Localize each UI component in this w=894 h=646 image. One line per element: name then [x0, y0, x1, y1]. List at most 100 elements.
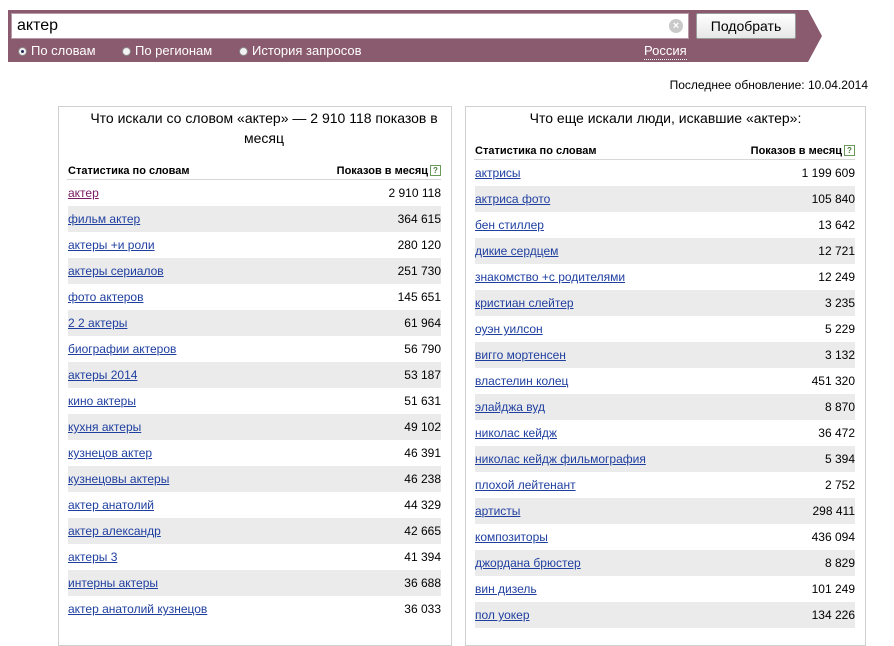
- table-row: актеры 3 41 394: [68, 544, 441, 570]
- query-link[interactable]: биографии актеров: [68, 336, 176, 362]
- last-update: Последнее обновление: 10.04.2014: [669, 78, 868, 92]
- region-link[interactable]: Россия: [644, 43, 687, 60]
- radio-icon[interactable]: [239, 47, 248, 56]
- impressions-count: 1 199 609: [801, 166, 855, 180]
- table-row: фильм актер 364 615: [68, 206, 441, 232]
- help-icon[interactable]: ?: [844, 145, 855, 156]
- impressions-count: 13 642: [818, 218, 855, 232]
- table-row: актриса фото 105 840: [475, 186, 855, 212]
- table-row: кухня актеры 49 102: [68, 414, 441, 440]
- query-link[interactable]: актриса фото: [475, 186, 550, 212]
- query-link[interactable]: композиторы: [475, 524, 548, 550]
- table-row: плохой лейтенант 2 752: [475, 472, 855, 498]
- table-row: бен стиллер 13 642: [475, 212, 855, 238]
- radio-icon[interactable]: [122, 47, 131, 56]
- header-arrow: [808, 10, 822, 62]
- query-link[interactable]: актер анатолий: [68, 492, 154, 518]
- query-link[interactable]: артисты: [475, 498, 520, 524]
- mode-by-words[interactable]: По словам: [18, 43, 96, 59]
- radio-selected-icon[interactable]: [18, 47, 27, 56]
- query-link[interactable]: дикие сердцем: [475, 238, 558, 264]
- impressions-count: 105 840: [811, 192, 855, 206]
- table-row: кузнецов актер 46 391: [68, 440, 441, 466]
- impressions-count: 251 730: [397, 264, 441, 278]
- clear-icon[interactable]: ×: [669, 19, 683, 33]
- table-row: пол уокер 134 226: [475, 602, 855, 628]
- impressions-count: 36 472: [818, 426, 855, 440]
- table-row: дикие сердцем 12 721: [475, 238, 855, 264]
- mode-label: По словам: [31, 43, 96, 58]
- query-link[interactable]: актер александр: [68, 518, 161, 544]
- query-link[interactable]: вин дизель: [475, 576, 537, 602]
- table-row: фото актеров 145 651: [68, 284, 441, 310]
- query-link[interactable]: оуэн уилсон: [475, 316, 543, 342]
- mode-label: История запросов: [252, 43, 362, 58]
- query-link[interactable]: фильм актер: [68, 206, 140, 232]
- query-link[interactable]: элайджа вуд: [475, 394, 545, 420]
- impressions-count: 44 329: [404, 498, 441, 512]
- query-link[interactable]: фото актеров: [68, 284, 143, 310]
- right-col-count-header: Показов в месяц?: [751, 144, 855, 158]
- query-link[interactable]: актеры сериалов: [68, 258, 164, 284]
- query-link[interactable]: властелин колец: [475, 368, 568, 394]
- impressions-count: 12 721: [818, 244, 855, 258]
- query-link[interactable]: николас кейдж фильмография: [475, 446, 646, 472]
- table-row: 2 2 актеры 61 964: [68, 310, 441, 336]
- table-row: биографии актеров 56 790: [68, 336, 441, 362]
- query-link[interactable]: актрисы: [475, 160, 521, 186]
- query-link[interactable]: актер анатолий кузнецов: [68, 596, 207, 622]
- query-link[interactable]: бен стиллер: [475, 212, 544, 238]
- query-link[interactable]: кузнецовы актеры: [68, 466, 169, 492]
- table-row: актер анатолий кузнецов 36 033: [68, 596, 441, 622]
- impressions-count: 8 829: [824, 556, 855, 570]
- table-row: элайджа вуд 8 870: [475, 394, 855, 420]
- query-link[interactable]: интерны актеры: [68, 570, 158, 596]
- left-rows: актер 2 910 118 фильм актер 364 615 актеры +…: [68, 180, 441, 640]
- impressions-count: 41 394: [404, 550, 441, 564]
- submit-button[interactable]: Подобрать: [696, 13, 796, 39]
- right-rows: актрисы 1 199 609 актриса фото 105 840 бен с…: [475, 160, 855, 640]
- search-input[interactable]: актер: [11, 13, 689, 39]
- help-icon[interactable]: ?: [430, 165, 441, 176]
- table-row: актеры +и роли 280 120: [68, 232, 441, 258]
- table-row: джордана брюстер 8 829: [475, 550, 855, 576]
- table-row: актер александр 42 665: [68, 518, 441, 544]
- left-panel: Что искали со словом «актер» — 2 910 118…: [58, 106, 452, 646]
- impressions-count: 42 665: [404, 524, 441, 538]
- impressions-count: 3 132: [824, 348, 855, 362]
- impressions-count: 36 688: [404, 576, 441, 590]
- query-link[interactable]: кристиан слейтер: [475, 290, 574, 316]
- query-link[interactable]: актеры 3: [68, 544, 117, 570]
- mode-label: По регионам: [135, 43, 213, 58]
- query-link[interactable]: вигго мортенсен: [475, 342, 566, 368]
- query-link[interactable]: знакомство +с родителями: [475, 264, 625, 290]
- left-col-count-header: Показов в месяц?: [337, 164, 441, 178]
- query-link[interactable]: кузнецов актер: [68, 440, 152, 466]
- query-link[interactable]: плохой лейтенант: [475, 472, 576, 498]
- table-row: николас кейдж фильмография 5 394: [475, 446, 855, 472]
- impressions-count: 134 226: [811, 608, 855, 622]
- query-link[interactable]: актеры 2014: [68, 362, 137, 388]
- table-row: николас кейдж 36 472: [475, 420, 855, 446]
- left-panel-title: Что искали со словом «актер» — 2 910 118…: [90, 110, 438, 146]
- table-row: знакомство +с родителями 12 249: [475, 264, 855, 290]
- query-link[interactable]: актеры +и роли: [68, 232, 155, 258]
- mode-history[interactable]: История запросов: [239, 43, 362, 59]
- query-link[interactable]: пол уокер: [475, 602, 530, 628]
- count-header-label: Показов в месяц: [336, 165, 428, 177]
- impressions-count: 12 249: [818, 270, 855, 284]
- query-link[interactable]: актер: [68, 180, 99, 206]
- table-row: интерны актеры 36 688: [68, 570, 441, 596]
- table-row: властелин колец 451 320: [475, 368, 855, 394]
- query-link[interactable]: кухня актеры: [68, 414, 141, 440]
- query-link[interactable]: кино актеры: [68, 388, 136, 414]
- table-row: кузнецовы актеры 46 238: [68, 466, 441, 492]
- impressions-count: 46 391: [404, 446, 441, 460]
- table-row: вигго мортенсен 3 132: [475, 342, 855, 368]
- query-link[interactable]: 2 2 актеры: [68, 310, 127, 336]
- mode-by-regions[interactable]: По регионам: [122, 43, 212, 59]
- impressions-count: 2 752: [824, 478, 855, 492]
- impressions-count: 451 320: [811, 374, 855, 388]
- query-link[interactable]: джордана брюстер: [475, 550, 581, 576]
- query-link[interactable]: николас кейдж: [475, 420, 557, 446]
